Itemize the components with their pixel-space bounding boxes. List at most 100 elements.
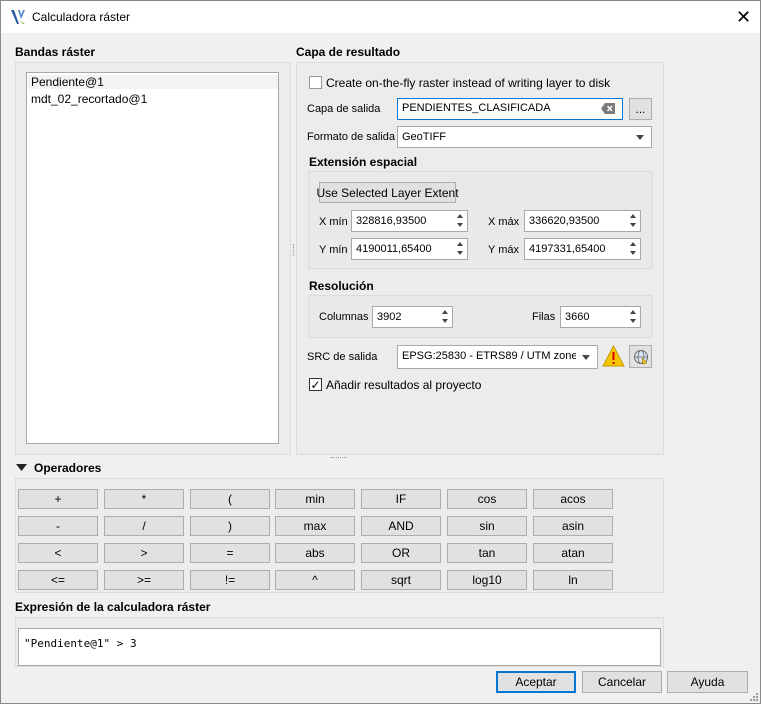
xmin-spinbox[interactable]: 328816,93500 <box>351 210 468 232</box>
crs-value: EPSG:25830 - ETRS89 / UTM zone 30N <box>402 350 598 362</box>
ymin-value: 4190011,65400 <box>356 243 432 255</box>
horizontal-splitter-handle[interactable] <box>331 457 347 459</box>
operator-button[interactable]: sin <box>447 516 527 536</box>
close-button[interactable]: ✕ <box>727 1 760 33</box>
crs-select[interactable]: EPSG:25830 - ETRS89 / UTM zone 30N <box>397 345 598 369</box>
operator-button[interactable]: / <box>104 516 184 536</box>
operator-button[interactable]: IF <box>361 489 441 509</box>
help-button[interactable]: Ayuda <box>667 671 748 693</box>
operator-button[interactable]: + <box>18 489 98 509</box>
extent-title: Extensión espacial <box>309 155 418 169</box>
operator-label: acos <box>560 492 586 506</box>
columns-spinbox[interactable]: 3902 <box>372 306 453 328</box>
crs-dropdown[interactable] <box>576 346 597 368</box>
xmin-value: 328816,93500 <box>356 215 427 227</box>
xmax-spin-arrows[interactable] <box>627 211 639 231</box>
cancel-button[interactable]: Cancelar <box>582 671 662 693</box>
ymax-spin-arrows[interactable] <box>627 239 639 259</box>
columns-spin-arrows[interactable] <box>439 307 451 327</box>
xmin-spin-arrows[interactable] <box>454 211 466 231</box>
operator-button[interactable]: AND <box>361 516 441 536</box>
bands-group: Pendiente@1 mdt_02_recortado@1 <box>15 62 291 455</box>
operator-button[interactable]: acos <box>533 489 613 509</box>
operator-label: asin <box>561 519 584 533</box>
expression-text: "Pendiente@1" > 3 <box>24 637 137 650</box>
operator-label: OR <box>392 546 410 560</box>
band-item-pendiente[interactable]: Pendiente@1 <box>28 75 278 89</box>
operators-title: Operadores <box>34 461 102 475</box>
output-layer-label: Capa de salida <box>307 103 381 115</box>
ymax-spinbox[interactable]: 4197331,65400 <box>524 238 641 260</box>
splitter-handle[interactable] <box>293 244 295 256</box>
rows-spinbox[interactable]: 3660 <box>560 306 641 328</box>
rows-value: 3660 <box>565 311 590 323</box>
accept-button[interactable]: Aceptar <box>496 671 576 693</box>
operator-label: > <box>140 546 148 560</box>
operator-label: sqrt <box>390 573 411 587</box>
operator-button[interactable]: * <box>104 489 184 509</box>
rows-spin-arrows[interactable] <box>627 307 639 327</box>
add-to-project-checkbox[interactable]: ✓ <box>309 378 322 391</box>
operator-button[interactable]: < <box>18 543 98 563</box>
operator-button[interactable]: = <box>190 543 270 563</box>
expression-group: "Pendiente@1" > 3 <box>15 617 664 667</box>
expression-title: Expresión de la calculadora ráster <box>15 600 211 614</box>
operator-button[interactable]: ln <box>533 570 613 590</box>
result-title: Capa de resultado <box>296 45 401 59</box>
xmax-spinbox[interactable]: 336620,93500 <box>524 210 641 232</box>
operator-button[interactable]: tan <box>447 543 527 563</box>
operator-button[interactable]: log10 <box>447 570 527 590</box>
browse-button[interactable]: ... <box>629 98 652 120</box>
band-item-mdt[interactable]: mdt_02_recortado@1 <box>31 92 147 106</box>
operator-label: = <box>226 546 234 560</box>
xmax-label: X máx <box>488 216 520 228</box>
operator-button[interactable]: min <box>275 489 355 509</box>
ymin-spinbox[interactable]: 4190011,65400 <box>351 238 468 260</box>
resolution-group: Columnas 3902 Filas 3660 <box>308 295 653 338</box>
ymin-spin-arrows[interactable] <box>454 239 466 259</box>
format-select[interactable]: GeoTIFF <box>397 126 652 148</box>
operator-label: abs <box>305 546 325 560</box>
collapse-triangle-icon[interactable] <box>16 463 27 472</box>
operator-button[interactable]: ( <box>190 489 270 509</box>
operator-button[interactable]: != <box>190 570 270 590</box>
bands-list[interactable]: Pendiente@1 mdt_02_recortado@1 <box>26 72 279 444</box>
crs-label: SRC de salida <box>307 351 378 363</box>
onfly-checkbox[interactable] <box>309 76 322 89</box>
operator-label: min <box>305 492 325 506</box>
chevron-down-icon <box>582 355 590 360</box>
operator-button[interactable]: sqrt <box>361 570 441 590</box>
operator-label: ) <box>228 519 232 533</box>
output-layer-input[interactable]: PENDIENTES_CLASIFICADA <box>397 98 623 120</box>
use-selected-extent-button[interactable]: Use Selected Layer Extent <box>316 182 459 203</box>
use-selected-extent-label: Use Selected Layer Extent <box>316 185 459 200</box>
chevron-down-icon <box>636 135 644 140</box>
operator-button[interactable]: > <box>104 543 184 563</box>
operator-label: < <box>54 546 62 560</box>
accept-label: Aceptar <box>515 675 557 689</box>
rows-label: Filas <box>532 311 556 323</box>
operator-button[interactable]: max <box>275 516 355 536</box>
operator-button[interactable]: atan <box>533 543 613 563</box>
xmin-label: X mín <box>319 216 348 228</box>
operator-button[interactable]: <= <box>18 570 98 590</box>
operator-button[interactable]: OR <box>361 543 441 563</box>
operator-button[interactable]: >= <box>104 570 184 590</box>
clear-text-icon[interactable] <box>601 103 615 114</box>
operator-button[interactable]: ) <box>190 516 270 536</box>
operator-button[interactable]: - <box>18 516 98 536</box>
crs-selector-button[interactable] <box>629 345 652 368</box>
operator-label: ( <box>228 492 232 506</box>
operator-button[interactable]: asin <box>533 516 613 536</box>
operator-button[interactable]: ^ <box>275 570 355 590</box>
operator-button[interactable]: cos <box>447 489 527 509</box>
columns-label: Columnas <box>319 311 369 323</box>
resize-grip-icon[interactable] <box>748 691 759 702</box>
operator-label: + <box>54 492 62 506</box>
expression-editor[interactable]: "Pendiente@1" > 3 <box>18 628 661 666</box>
operator-label: - <box>56 519 60 533</box>
columns-value: 3902 <box>377 311 402 323</box>
operator-label: ln <box>568 573 578 587</box>
operator-label: sin <box>479 519 495 533</box>
operator-button[interactable]: abs <box>275 543 355 563</box>
